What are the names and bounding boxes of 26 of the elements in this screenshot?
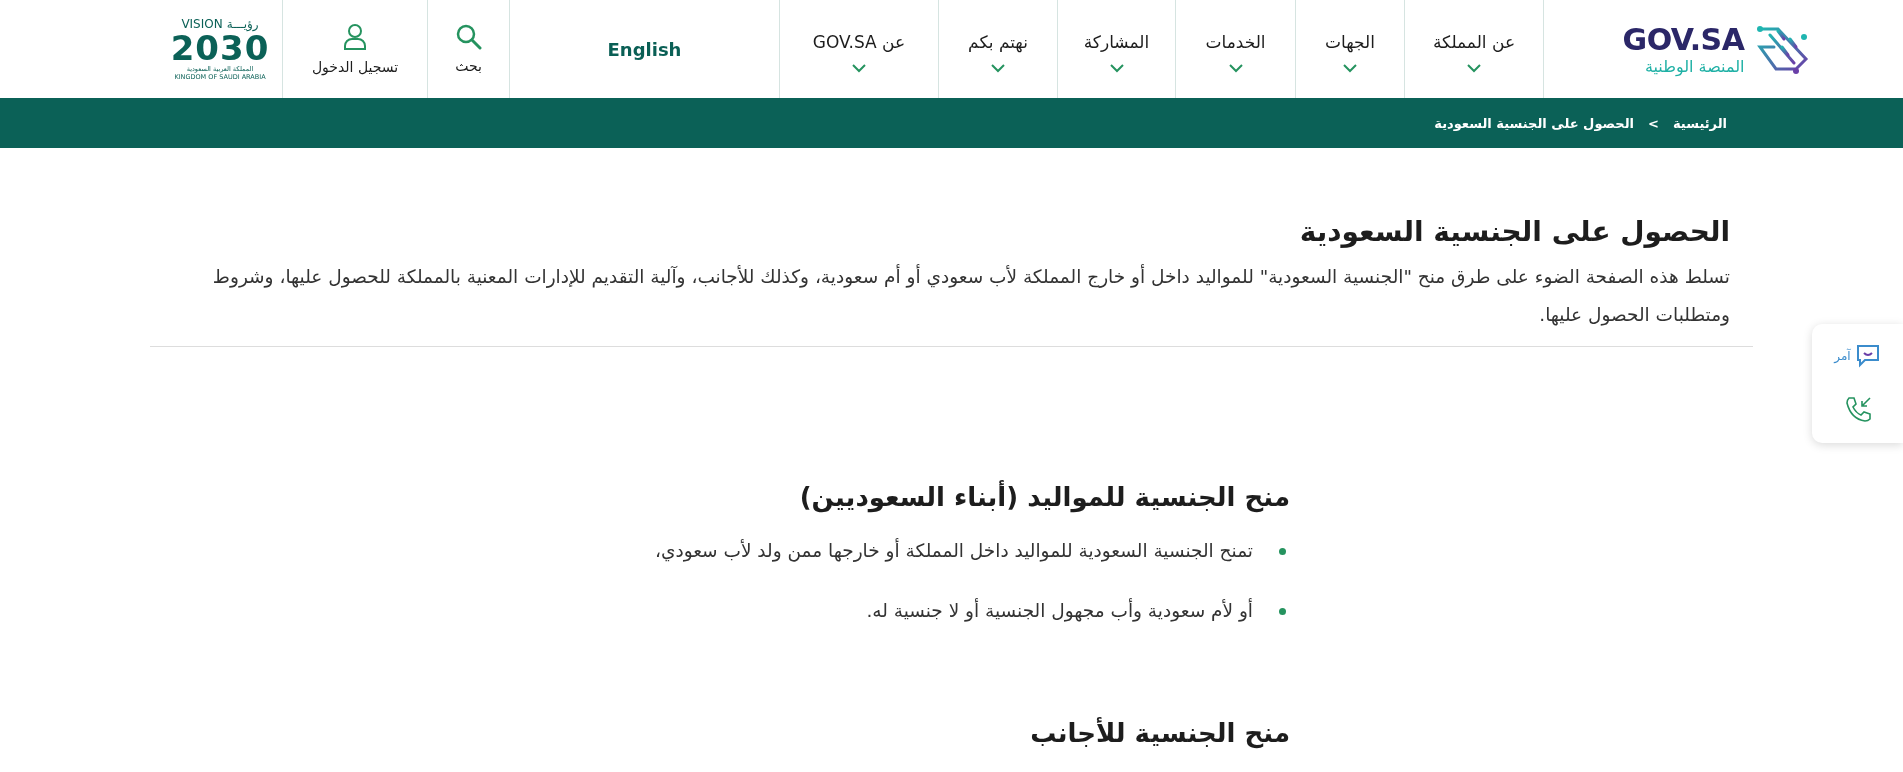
page-title: الحصول على الجنسية السعودية: [1298, 214, 1730, 250]
search-icon: [455, 24, 482, 50]
user-icon: [343, 23, 367, 51]
chevron-down-icon: [1343, 63, 1357, 73]
chat-bubble-icon: [1854, 343, 1881, 368]
vision-text: VISION: [181, 17, 223, 31]
intro-paragraph: تسلط هذه الصفحة الضوء على طرق منح "الجنسية السعودية" للمواليد داخل أو خارج المملكة لأب سعودي أو أم سعودية، وكذلك للأجانب، وآلية التقديم للإدارات المعنية بالمملكة للحصول عليها، وشروط ومتطلبات الحصول عليها.: [211, 263, 1730, 328]
chat-assistant-button[interactable]: آمر: [1834, 343, 1881, 368]
bullet-icon: [1279, 547, 1286, 555]
section-heading: منح الجنسية للمواليد (أبناء السعوديين): [798, 479, 1290, 515]
chevron-down-icon: [852, 63, 866, 73]
bullet-text: تمنح الجنسية السعودية للمواليد داخل المملكة أو خارجها ممن ولد لأب سعودي،: [654, 537, 1253, 564]
chevron-down-icon: [1228, 63, 1243, 73]
logo-wordmark[interactable]: GOV.SA: [1622, 22, 1745, 57]
breadcrumb-link[interactable]: الحصول على الجنسية السعودية: [1434, 115, 1635, 131]
breadcrumb-link[interactable]: الرئيسية: [1672, 115, 1727, 131]
bullet-icon: [1279, 607, 1286, 615]
chevron-down-icon: [1109, 63, 1124, 73]
chevron-down-icon: [991, 63, 1005, 73]
vision-arabic-text: رؤيـــة: [226, 17, 259, 31]
bullet-text: أو لأم سعودية وأب مجهول الجنسية أو لا جنسية له.: [866, 597, 1253, 624]
chevron-down-icon: [1467, 63, 1481, 73]
logo-subtitle: المنصة الوطنية: [1644, 56, 1745, 76]
section-heading: منح الجنسية للأجانب: [1029, 716, 1290, 751]
breadcrumb-separator: >: [1648, 115, 1659, 131]
vision-year: 2030: [170, 30, 270, 65]
